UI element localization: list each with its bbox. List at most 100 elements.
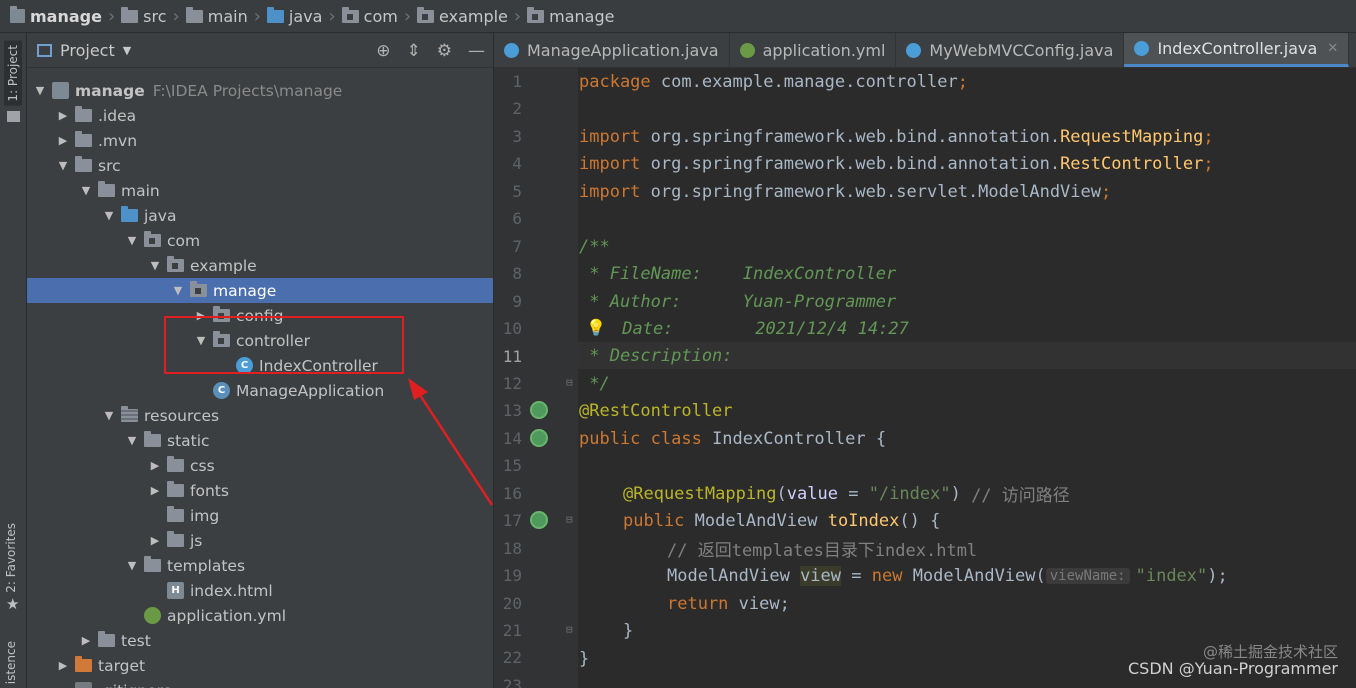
tree-item-label: fonts [190, 481, 229, 500]
tree-item-controller[interactable]: ▼ controller [27, 328, 493, 353]
code-line-16: @RequestMapping(value = "/index") // 访问路… [623, 483, 1070, 507]
folder-icon [167, 531, 184, 547]
tab-application-yml[interactable]: application.yml [730, 33, 897, 67]
tree-item-templates[interactable]: ▼ templates [27, 553, 493, 578]
line-number: 21 [502, 621, 522, 640]
code-line-8: * FileName: IndexController [579, 263, 897, 284]
fold-toggle-icon[interactable]: ⊟ [566, 623, 573, 636]
tab-indexcontroller[interactable]: IndexController.java ✕ [1124, 33, 1350, 67]
project-tool-tab[interactable]: 1: Project [4, 41, 22, 106]
tree-item-manage[interactable]: ▼ manage F:\IDEA Projects\manage [27, 78, 493, 103]
locate-icon[interactable]: ⊕ [376, 41, 390, 61]
folder-icon [167, 481, 184, 497]
code-line-7: /** [579, 236, 610, 257]
tree-item-main[interactable]: ▼ main [27, 178, 493, 203]
close-icon[interactable]: ✕ [1327, 41, 1338, 56]
tree-item-index-html[interactable]: Hindex.html [27, 578, 493, 603]
code-editor[interactable]: 1 2 3 4 5 6 7 8 9 10 11 12 13 14 15 16 17 18 19 20 21 22 23 ⊟ ⊟ ⊟… [494, 68, 1356, 688]
fold-toggle-icon[interactable]: ⊟ [566, 376, 573, 389]
tree-item-target[interactable]: ▶ target [27, 653, 493, 678]
expanded-arrow-icon[interactable]: ▼ [171, 284, 185, 297]
tree-item-label: js [190, 531, 203, 550]
expanded-arrow-icon[interactable]: ▼ [125, 559, 139, 572]
expanded-arrow-icon[interactable]: ▼ [125, 434, 139, 447]
tree-item-img[interactable]: img [27, 503, 493, 528]
tree-item-css[interactable]: ▶ css [27, 453, 493, 478]
tree-item-example[interactable]: ▼ example [27, 253, 493, 278]
expanded-arrow-icon[interactable]: ▼ [148, 259, 162, 272]
collapsed-arrow-icon[interactable]: ▶ [148, 534, 162, 547]
collapsed-arrow-icon[interactable]: ▶ [148, 484, 162, 497]
folder-icon [75, 131, 92, 147]
tree-item-resources[interactable]: ▼ resources [27, 403, 493, 428]
tree-item-manage[interactable]: ▼ manage [27, 278, 493, 303]
collapsed-arrow-icon[interactable]: ▶ [56, 109, 70, 122]
gear-icon[interactable]: ⚙ [437, 41, 452, 61]
line-number: 23 [502, 675, 522, 688]
breadcrumb-item-src[interactable]: src [121, 6, 167, 26]
watermark: CSDN @Yuan-Programmer @稀土掘金技术社区 [1127, 643, 1338, 678]
tree-item-src[interactable]: ▼ src [27, 153, 493, 178]
line-number: 20 [502, 593, 522, 613]
chevron-down-icon[interactable]: ▼ [123, 44, 131, 57]
breadcrumb-item-module[interactable]: manage [10, 6, 102, 26]
tree-item-js[interactable]: ▶ js [27, 528, 493, 553]
tree-item-java[interactable]: ▼ java [27, 203, 493, 228]
collapsed-arrow-icon[interactable]: ▶ [56, 134, 70, 147]
expanded-arrow-icon[interactable]: ▼ [102, 209, 116, 222]
project-view-title[interactable]: Project [60, 41, 115, 60]
expanded-arrow-icon[interactable]: ▼ [102, 409, 116, 422]
expanded-arrow-icon[interactable]: ▼ [79, 184, 93, 197]
folder-icon [144, 556, 161, 572]
persistence-tool-tab[interactable]: istence [4, 641, 18, 684]
code-line-14: public class IndexController { [579, 428, 887, 449]
favorites-tool-tab[interactable]: 2: Favorites [4, 523, 18, 593]
tree-item-label: config [236, 306, 284, 325]
tree-item-label: manage [75, 81, 145, 100]
tree-item-idea[interactable]: ▶ .idea [27, 103, 493, 128]
breadcrumb-item-manage[interactable]: manage [527, 6, 614, 26]
tree-item-com[interactable]: ▼ com [27, 228, 493, 253]
collapsed-arrow-icon[interactable]: ▶ [79, 634, 93, 647]
tree-item-mvn[interactable]: ▶ .mvn [27, 128, 493, 153]
spring-bean-gutter-icon[interactable] [530, 511, 548, 530]
spring-bean-gutter-icon[interactable] [530, 428, 548, 447]
code-line-5: import org.springframework.web.servlet.M… [579, 181, 1112, 202]
tab-manage-application[interactable]: ManageApplication.java [494, 33, 730, 67]
expanded-arrow-icon[interactable]: ▼ [194, 334, 208, 347]
package-icon [144, 231, 161, 247]
tree-item-config[interactable]: ▶ config [27, 303, 493, 328]
tree-item-manageapplication[interactable]: C ManageApplication [27, 378, 493, 403]
expanded-arrow-icon[interactable]: ▼ [33, 84, 47, 97]
minimize-icon[interactable]: — [468, 41, 485, 61]
collapse-all-icon[interactable]: ⇕ [407, 41, 421, 61]
tree-item-gitignore[interactable]: .gitignore [27, 678, 493, 688]
code-line-1: package com.example.manage.controller; [579, 71, 968, 92]
breadcrumb: manage › src › main › java › com › examp… [0, 0, 1356, 33]
tree-item-indexcontroller[interactable]: C IndexController [27, 353, 493, 378]
spring-bean-gutter-icon[interactable] [530, 401, 548, 420]
code-line-17: public ModelAndView toIndex() { [623, 510, 941, 531]
breadcrumb-item-main[interactable]: main [185, 6, 248, 26]
breadcrumb-item-com[interactable]: com [341, 6, 398, 26]
expanded-arrow-icon[interactable]: ▼ [125, 234, 139, 247]
line-number: 7 [512, 236, 522, 256]
fold-toggle-icon[interactable]: ⊟ [566, 513, 573, 526]
collapsed-arrow-icon[interactable]: ▶ [56, 659, 70, 672]
expanded-arrow-icon[interactable]: ▼ [56, 159, 70, 172]
collapsed-arrow-icon[interactable]: ▶ [148, 459, 162, 472]
tab-mywebmvcconfig[interactable]: MyWebMVCConfig.java [896, 33, 1125, 67]
collapsed-arrow-icon[interactable]: ▶ [194, 309, 208, 322]
tree-item-label: target [98, 656, 146, 675]
breadcrumb-item-example[interactable]: example [417, 6, 508, 26]
tree-item-application-yml[interactable]: application.yml [27, 603, 493, 628]
editor-tabs: ManageApplication.java application.yml M… [494, 33, 1356, 68]
tree-item-fonts[interactable]: ▶ fonts [27, 478, 493, 503]
yml-file-icon [144, 607, 161, 624]
tree-item-test[interactable]: ▶ test [27, 628, 493, 653]
line-number: 11 [502, 346, 522, 366]
tree-item-static[interactable]: ▼ static [27, 428, 493, 453]
code-line-11: * Description: [579, 345, 733, 366]
breadcrumb-item-java[interactable]: java [266, 6, 322, 26]
lightbulb-icon[interactable]: 💡 [586, 318, 606, 337]
